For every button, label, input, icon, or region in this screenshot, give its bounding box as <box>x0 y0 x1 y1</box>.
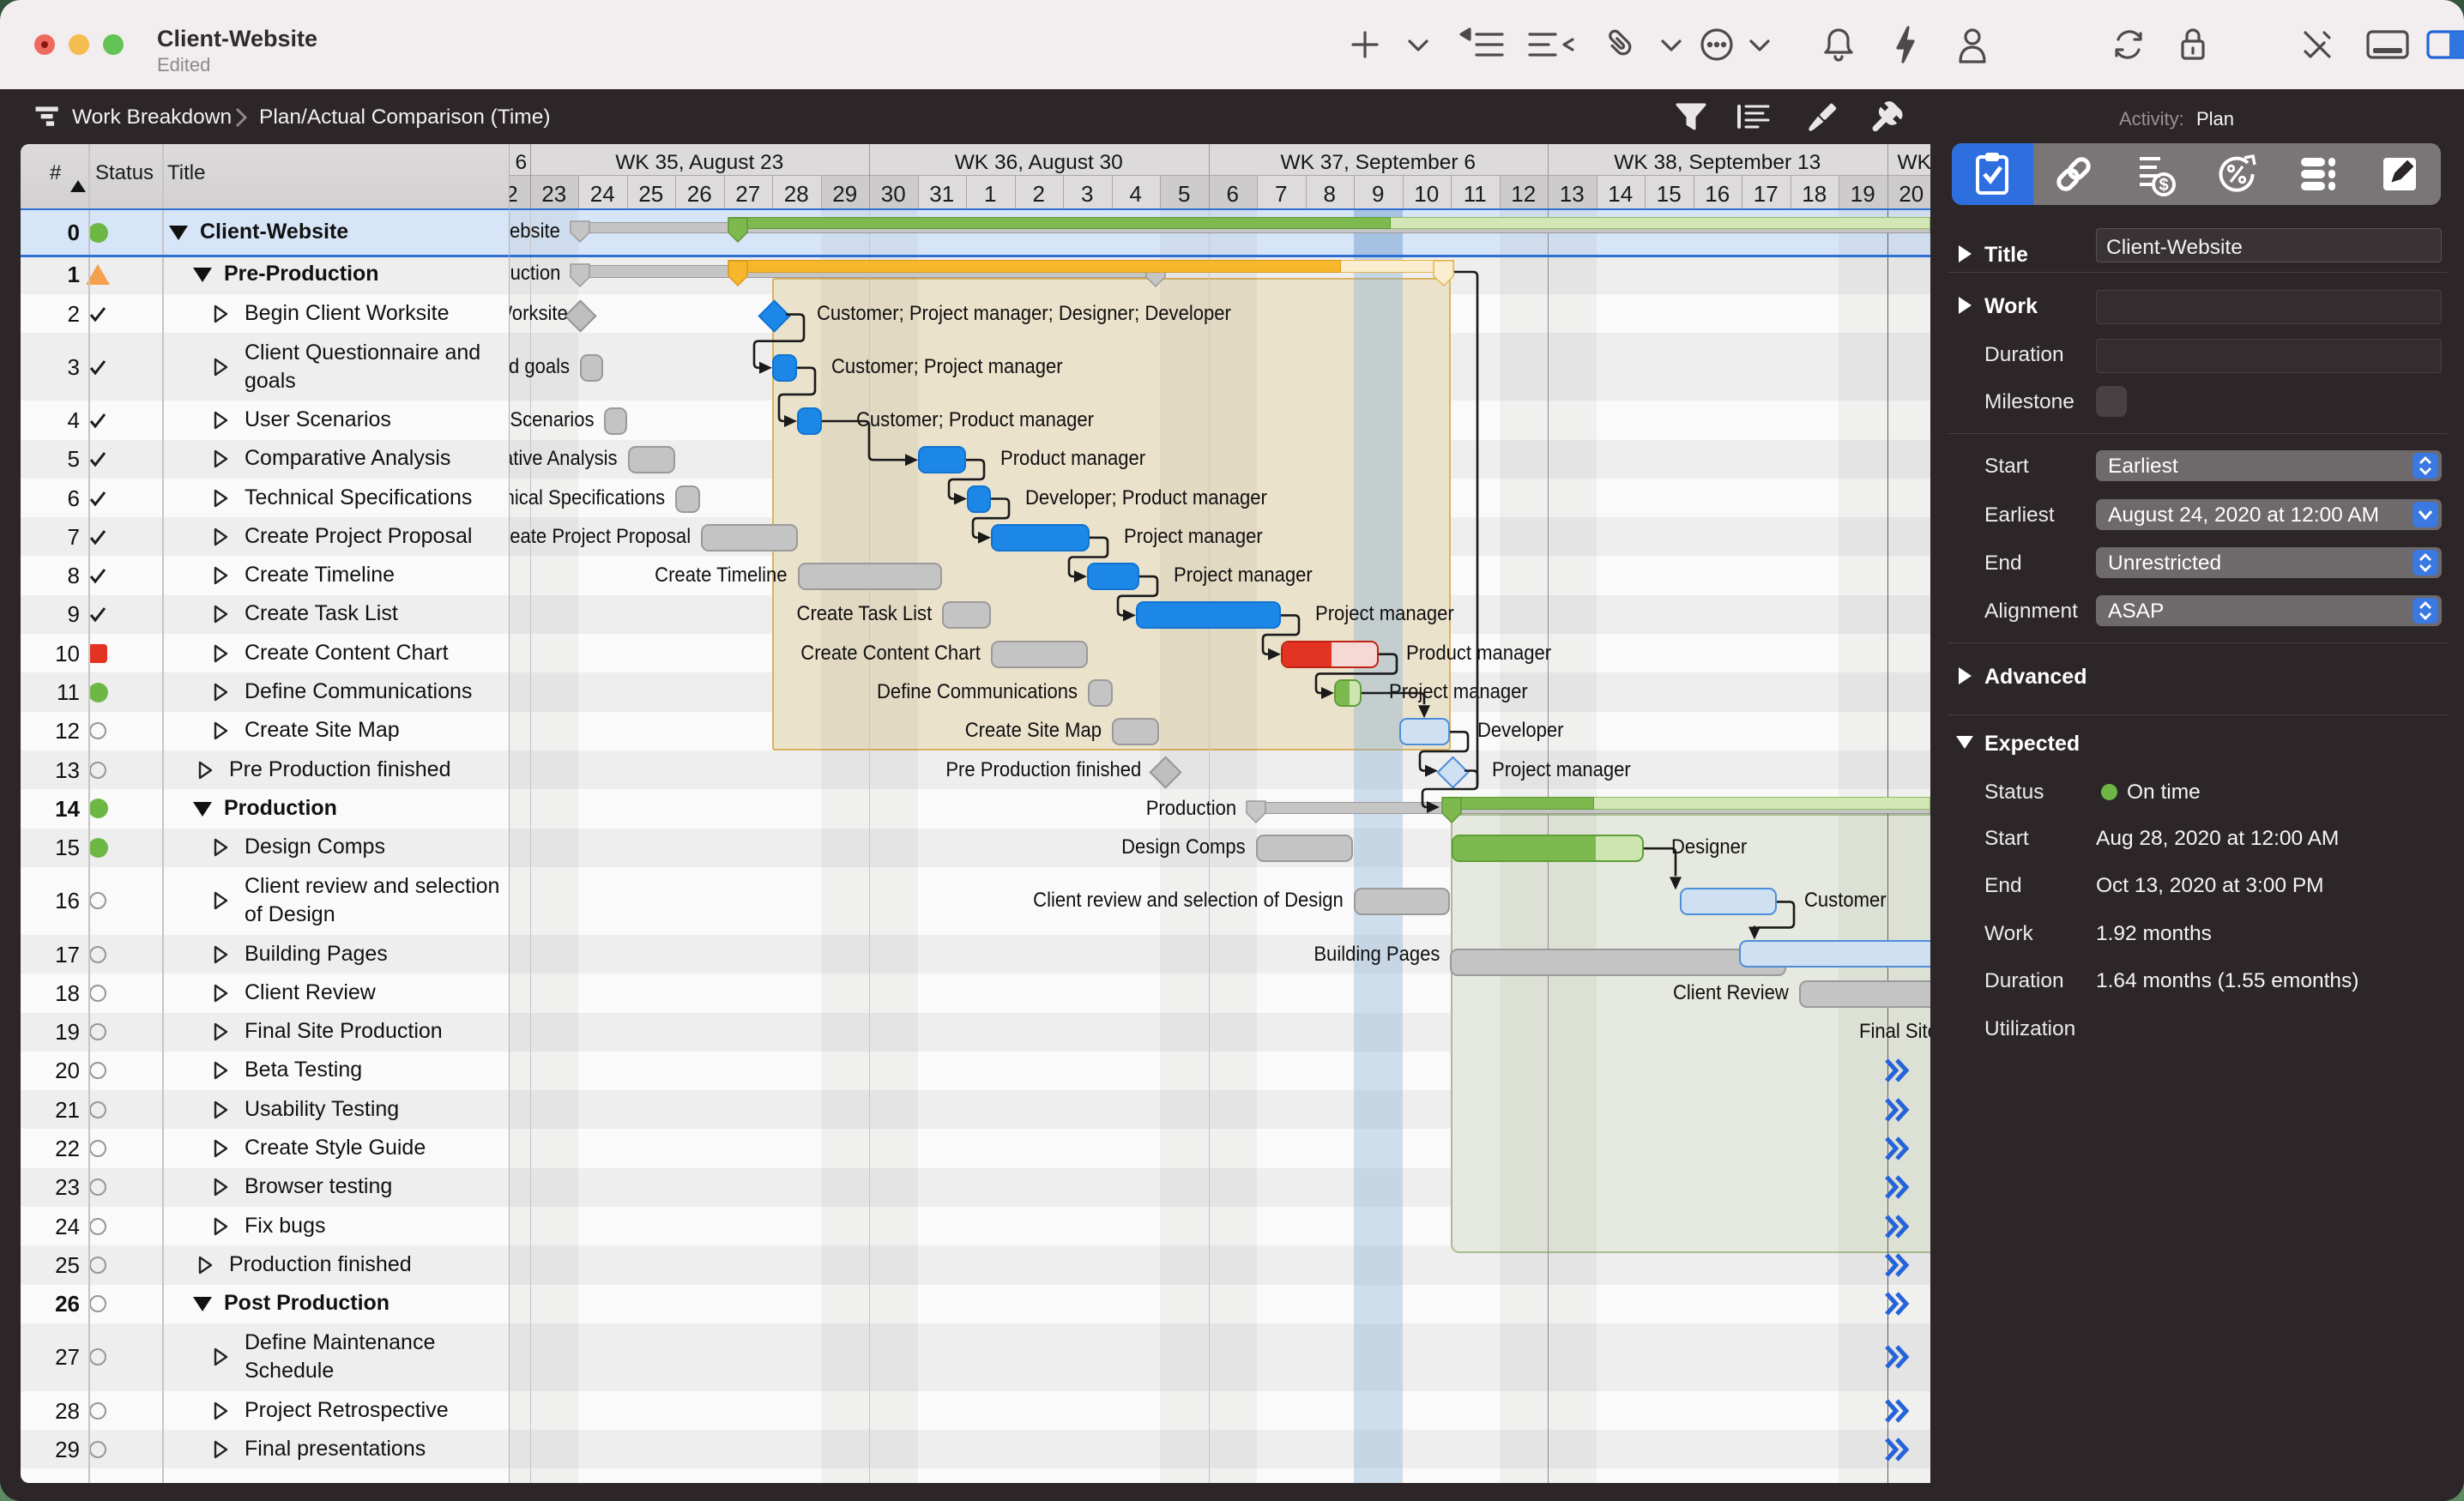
svg-text:$: $ <box>2159 176 2168 195</box>
